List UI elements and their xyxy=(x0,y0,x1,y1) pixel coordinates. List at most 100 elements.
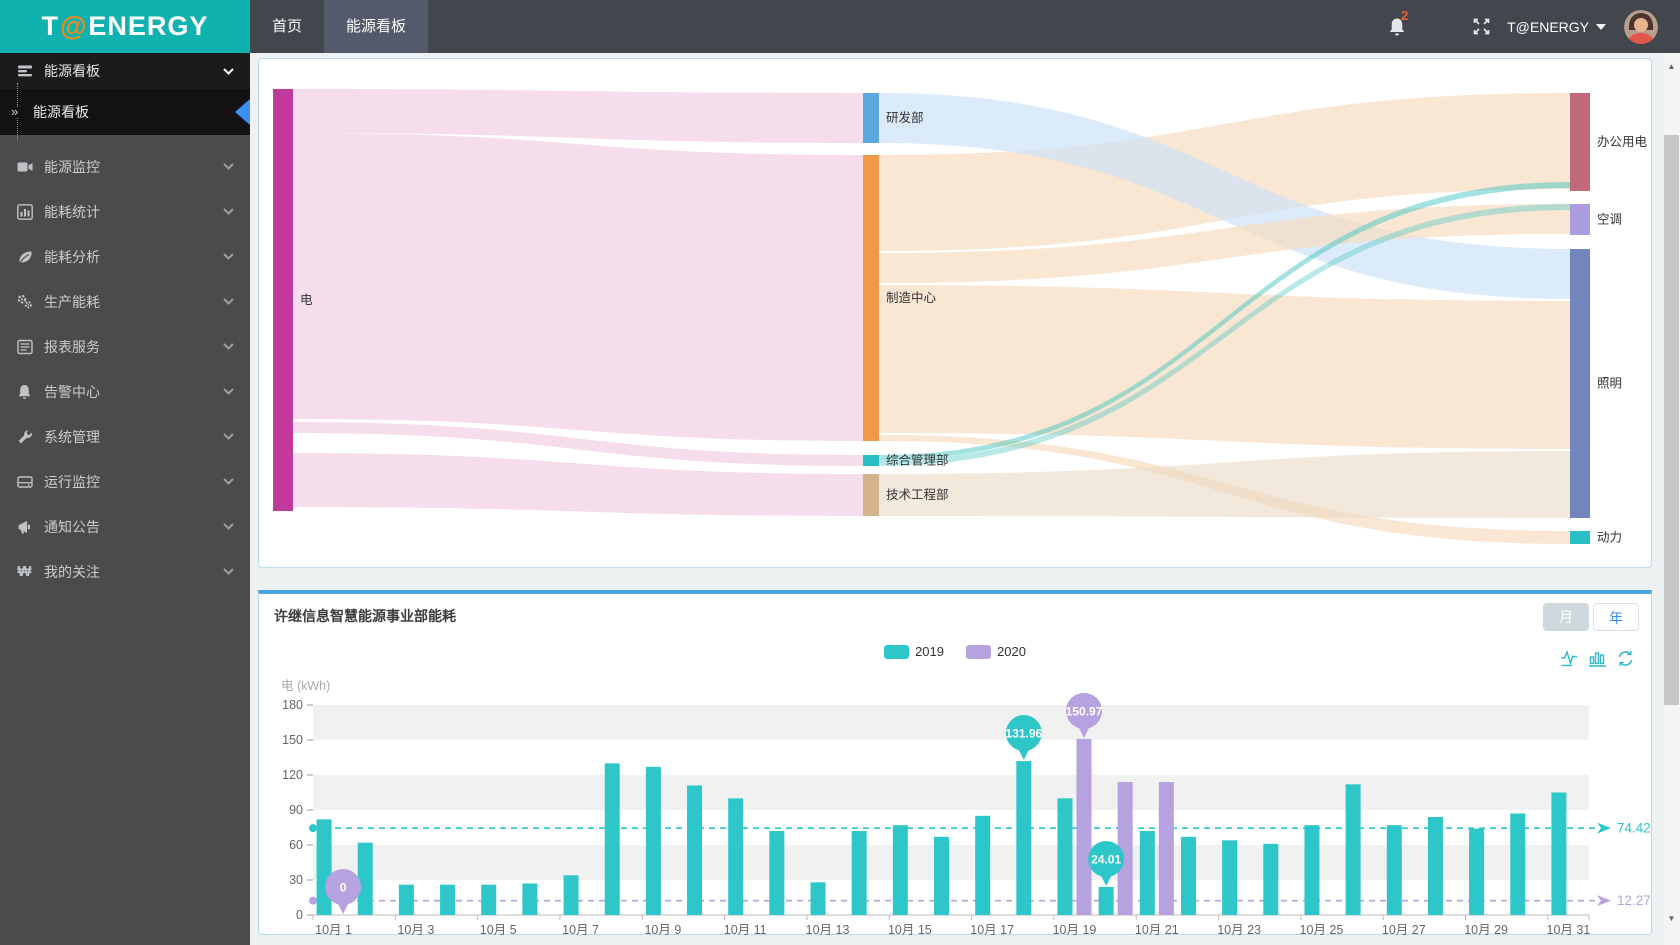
sankey-flow-电-制造中心[interactable] xyxy=(293,133,863,441)
bar-2019-10月 31[interactable] xyxy=(1551,792,1567,916)
bar-2019-10月 2[interactable] xyxy=(357,842,373,915)
y-tick-label: 120 xyxy=(282,768,303,782)
chevron-down-icon xyxy=(223,208,234,215)
sidebar-item-通知公告[interactable]: 通知公告 xyxy=(0,504,250,549)
fullscreen-icon xyxy=(1473,18,1490,35)
chevron-down-icon xyxy=(223,343,234,350)
sidebar-item-运行监控[interactable]: 运行监控 xyxy=(0,459,250,504)
bar-2019-10月 22[interactable] xyxy=(1180,836,1196,915)
bar-2019-10月 9[interactable] xyxy=(645,766,661,915)
user-avatar[interactable] xyxy=(1624,9,1658,44)
bar-2019-10月 30[interactable] xyxy=(1510,813,1526,916)
x-tick-label: 10月 29 xyxy=(1464,923,1508,935)
sankey-node-动力[interactable] xyxy=(1570,531,1590,544)
bar-2019-10月 7[interactable] xyxy=(563,875,579,915)
sankey-node-label: 技术工程部 xyxy=(886,487,949,502)
bar-2019-10月 8[interactable] xyxy=(604,763,620,915)
sankey-node-制造中心[interactable] xyxy=(863,155,879,441)
bar-2019-10月 16[interactable] xyxy=(934,836,949,915)
report-icon xyxy=(16,338,33,355)
bar-2019-10月 6[interactable] xyxy=(522,883,538,916)
sidebar-item-label: 能耗分析 xyxy=(44,248,100,265)
bar-2020-10月 21[interactable] xyxy=(1158,782,1174,915)
page-scrollbar[interactable]: ▲ ▼ xyxy=(1663,53,1680,945)
tab-首页[interactable]: 首页 xyxy=(250,0,324,53)
x-tick-label: 10月 3 xyxy=(397,923,434,935)
bar-2019-10月 14[interactable] xyxy=(851,831,867,915)
sankey-flow-制造中心-照明[interactable] xyxy=(879,285,1570,449)
y-tick-label: 60 xyxy=(289,838,303,852)
bar-2019-10月 27[interactable] xyxy=(1386,825,1402,915)
notifications-button[interactable]: 2 xyxy=(1388,8,1408,37)
sidebar-subitem-能源看板[interactable]: » 能源看板 xyxy=(0,83,250,141)
account-menu[interactable]: T@ENERGY xyxy=(1507,19,1606,35)
sidebar-item-label: 能源监控 xyxy=(44,158,100,175)
sankey-flow-技术工程部-照明[interactable] xyxy=(879,451,1570,518)
sidebar-item-label: 生产能耗 xyxy=(44,293,100,310)
bar-2019-10月 12[interactable] xyxy=(769,831,785,915)
bar-2019-10月 10[interactable] xyxy=(687,785,703,916)
double-chevron-icon: » xyxy=(11,104,19,119)
drive-icon xyxy=(16,473,33,490)
sidebar-item-告警中心[interactable]: 告警中心 xyxy=(0,369,250,414)
dashboard-icon xyxy=(16,63,33,80)
sidebar-item-系统管理[interactable]: 系统管理 xyxy=(0,414,250,459)
bar-chart: 0 30 60 90 120 150 180 电 (kWh) 10月 1 10月 3 10月 5 10… xyxy=(281,679,1651,935)
sidebar-item-能耗分析[interactable]: 能耗分析 xyxy=(0,234,250,279)
tab-能源看板[interactable]: 能源看板 xyxy=(324,0,429,53)
bar-2019-10月 26[interactable] xyxy=(1345,784,1361,915)
sidebar-item-我的关注[interactable]: ₩ 我的关注 xyxy=(0,549,250,594)
bar-2020-10月 19[interactable] xyxy=(1076,738,1092,915)
sankey-node-电[interactable] xyxy=(273,89,293,511)
grid-band xyxy=(313,705,1589,740)
bar-2019-10月 11[interactable] xyxy=(728,798,744,915)
scrollbar-thumb[interactable] xyxy=(1664,135,1679,705)
bar-2019-10月 3[interactable] xyxy=(398,884,414,915)
bar-2019-10月 17[interactable] xyxy=(975,815,991,915)
sankey-node-综合管理部[interactable] xyxy=(863,455,879,466)
bar-2019-10月 5[interactable] xyxy=(481,884,497,915)
bar-2019-10月 20[interactable] xyxy=(1098,886,1114,915)
sankey-chart: 电 研发部制造中心综合管理部技术工程部 办公用电空调照明动力 xyxy=(273,89,1648,545)
x-tick-label: 10月 5 xyxy=(480,923,517,935)
chevron-down-icon xyxy=(223,478,234,485)
sankey-node-研发部[interactable] xyxy=(863,93,879,143)
energy-flow-sankey-panel: 电 研发部 制造中心 综合管理部 技术工程部 办公用电 空调 照明 动力 xyxy=(258,58,1652,568)
fullscreen-button[interactable] xyxy=(1472,17,1491,36)
scroll-down-arrow[interactable]: ▼ xyxy=(1663,910,1680,927)
bar-2019-10月 28[interactable] xyxy=(1427,817,1443,915)
bell-icon xyxy=(16,383,33,400)
chevron-down-icon xyxy=(223,298,234,305)
sidebar-item-报表服务[interactable]: 报表服务 xyxy=(0,324,250,369)
bar-2019-10月 18[interactable] xyxy=(1016,761,1032,915)
sankey-node-label: 照明 xyxy=(1597,377,1622,391)
sidebar-item-能源监控[interactable]: 能源监控 xyxy=(0,144,250,189)
leaf-icon xyxy=(16,248,33,265)
bar-2019-10月 13[interactable] xyxy=(810,882,826,915)
sidebar-item-能源看板[interactable]: 能源看板 xyxy=(0,53,250,89)
logo-prefix: T xyxy=(41,11,60,41)
sankey-node-办公用电[interactable] xyxy=(1570,93,1590,191)
sankey-node-照明[interactable] xyxy=(1570,249,1590,518)
bar-2019-10月 23[interactable] xyxy=(1222,840,1238,915)
sankey-node-技术工程部[interactable] xyxy=(863,474,879,516)
sidebar-item-生产能耗[interactable]: 生产能耗 xyxy=(0,279,250,324)
svg-text:0: 0 xyxy=(340,881,347,895)
grid-band xyxy=(313,775,1589,810)
sidebar-item-能耗统计[interactable]: 能耗统计 xyxy=(0,189,250,234)
bar-2019-10月 29[interactable] xyxy=(1469,828,1485,915)
bar-2019-10月 15[interactable] xyxy=(892,825,908,915)
bar-2019-10月 1[interactable] xyxy=(316,819,332,915)
bar-2019-10月 21[interactable] xyxy=(1139,831,1155,915)
gears-icon xyxy=(16,293,33,310)
bar-2019-10月 25[interactable] xyxy=(1304,825,1320,915)
scroll-up-arrow[interactable]: ▲ xyxy=(1663,58,1680,75)
bar-2019-10月 4[interactable] xyxy=(440,884,456,915)
bar-2019-10月 19[interactable] xyxy=(1057,798,1073,915)
sidebar-subitem-label: 能源看板 xyxy=(33,104,89,120)
y-tick-label: 150 xyxy=(282,733,303,747)
megaphone-icon xyxy=(16,518,33,535)
x-tick-label: 10月 13 xyxy=(806,923,850,935)
sankey-node-空调[interactable] xyxy=(1570,204,1590,235)
bar-2019-10月 24[interactable] xyxy=(1263,843,1279,915)
